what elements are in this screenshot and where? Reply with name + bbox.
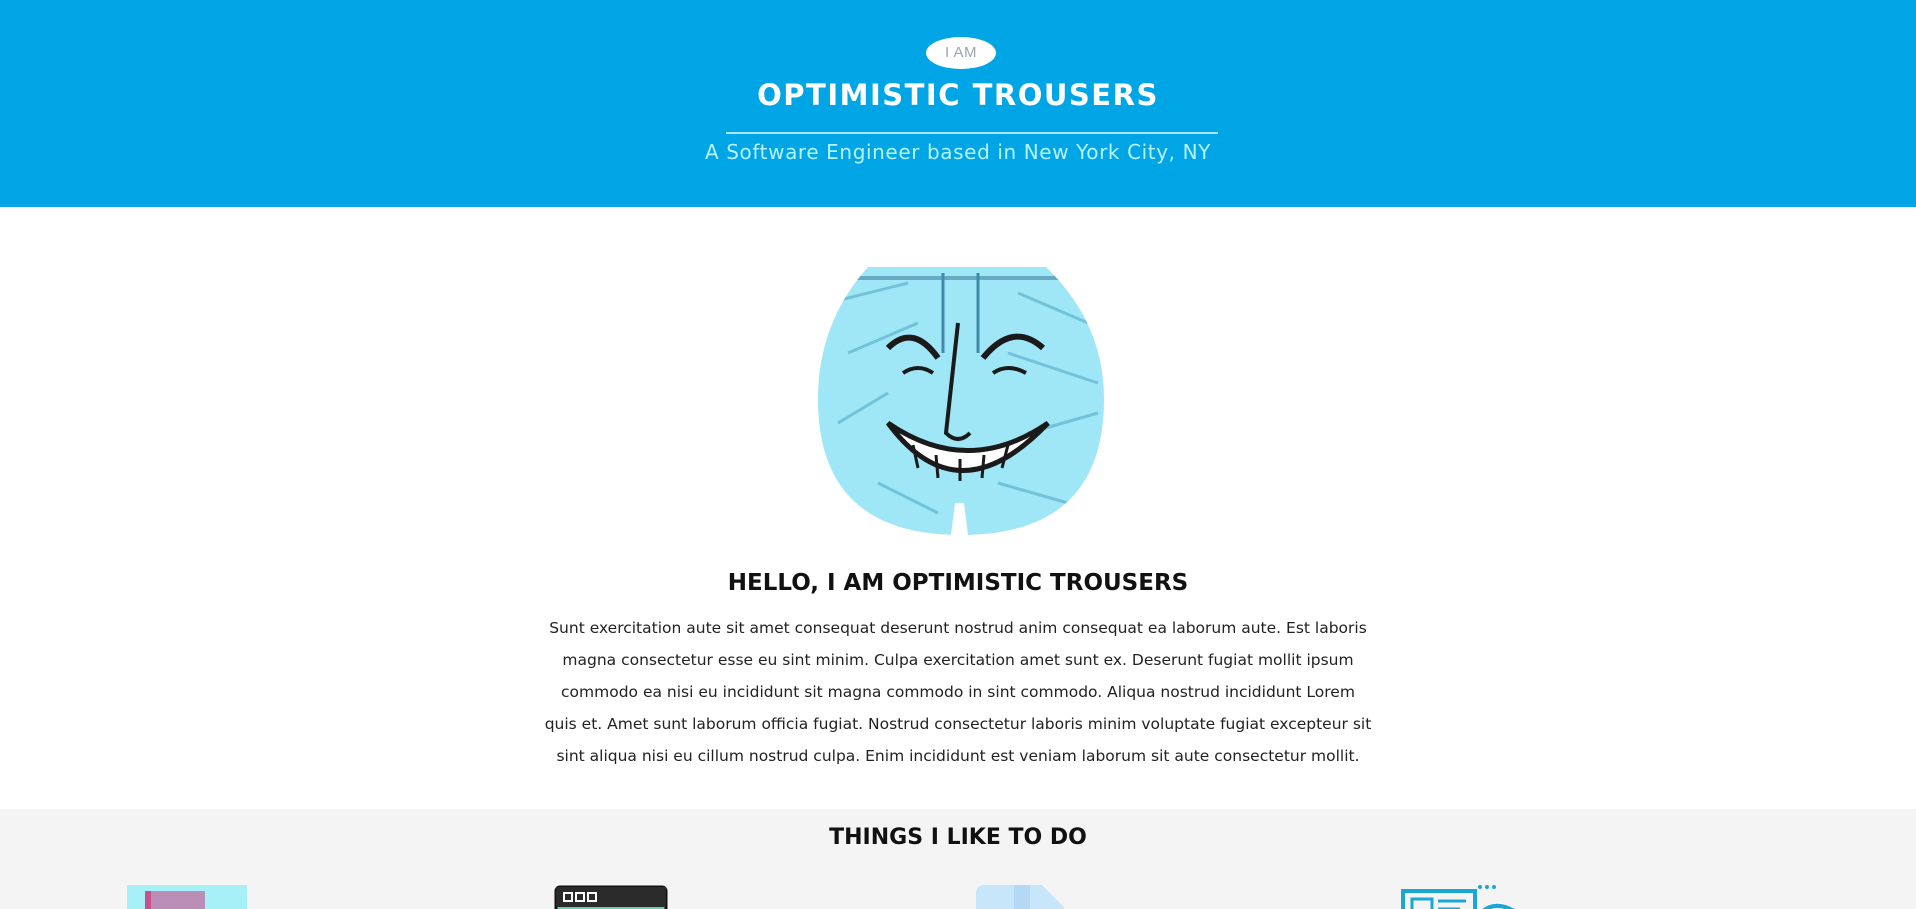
hero-subtitle: A Software Engineer based in New York Ci…	[705, 140, 1211, 164]
web-layout-icon	[1401, 885, 1515, 909]
avatar	[818, 267, 1104, 535]
things-section: THINGS I LIKE TO DO	[0, 809, 1916, 909]
hero-banner: I AM OPTIMISTIC TROUSERS A Software Engi…	[0, 0, 1916, 207]
i-am-badge: I AM	[926, 37, 996, 69]
about-heading: HELLO, I AM OPTIMISTIC TROUSERS	[727, 570, 1189, 596]
document-icon	[976, 885, 1064, 909]
hero-title: OPTIMISTIC TROUSERS	[757, 78, 1159, 112]
browser-window-icon	[554, 885, 668, 909]
things-heading: THINGS I LIKE TO DO	[829, 825, 1087, 850]
design-icon	[127, 885, 247, 909]
about-body: Sunt exercitation aute sit amet consequa…	[544, 619, 1372, 765]
hero-divider	[726, 132, 1218, 134]
